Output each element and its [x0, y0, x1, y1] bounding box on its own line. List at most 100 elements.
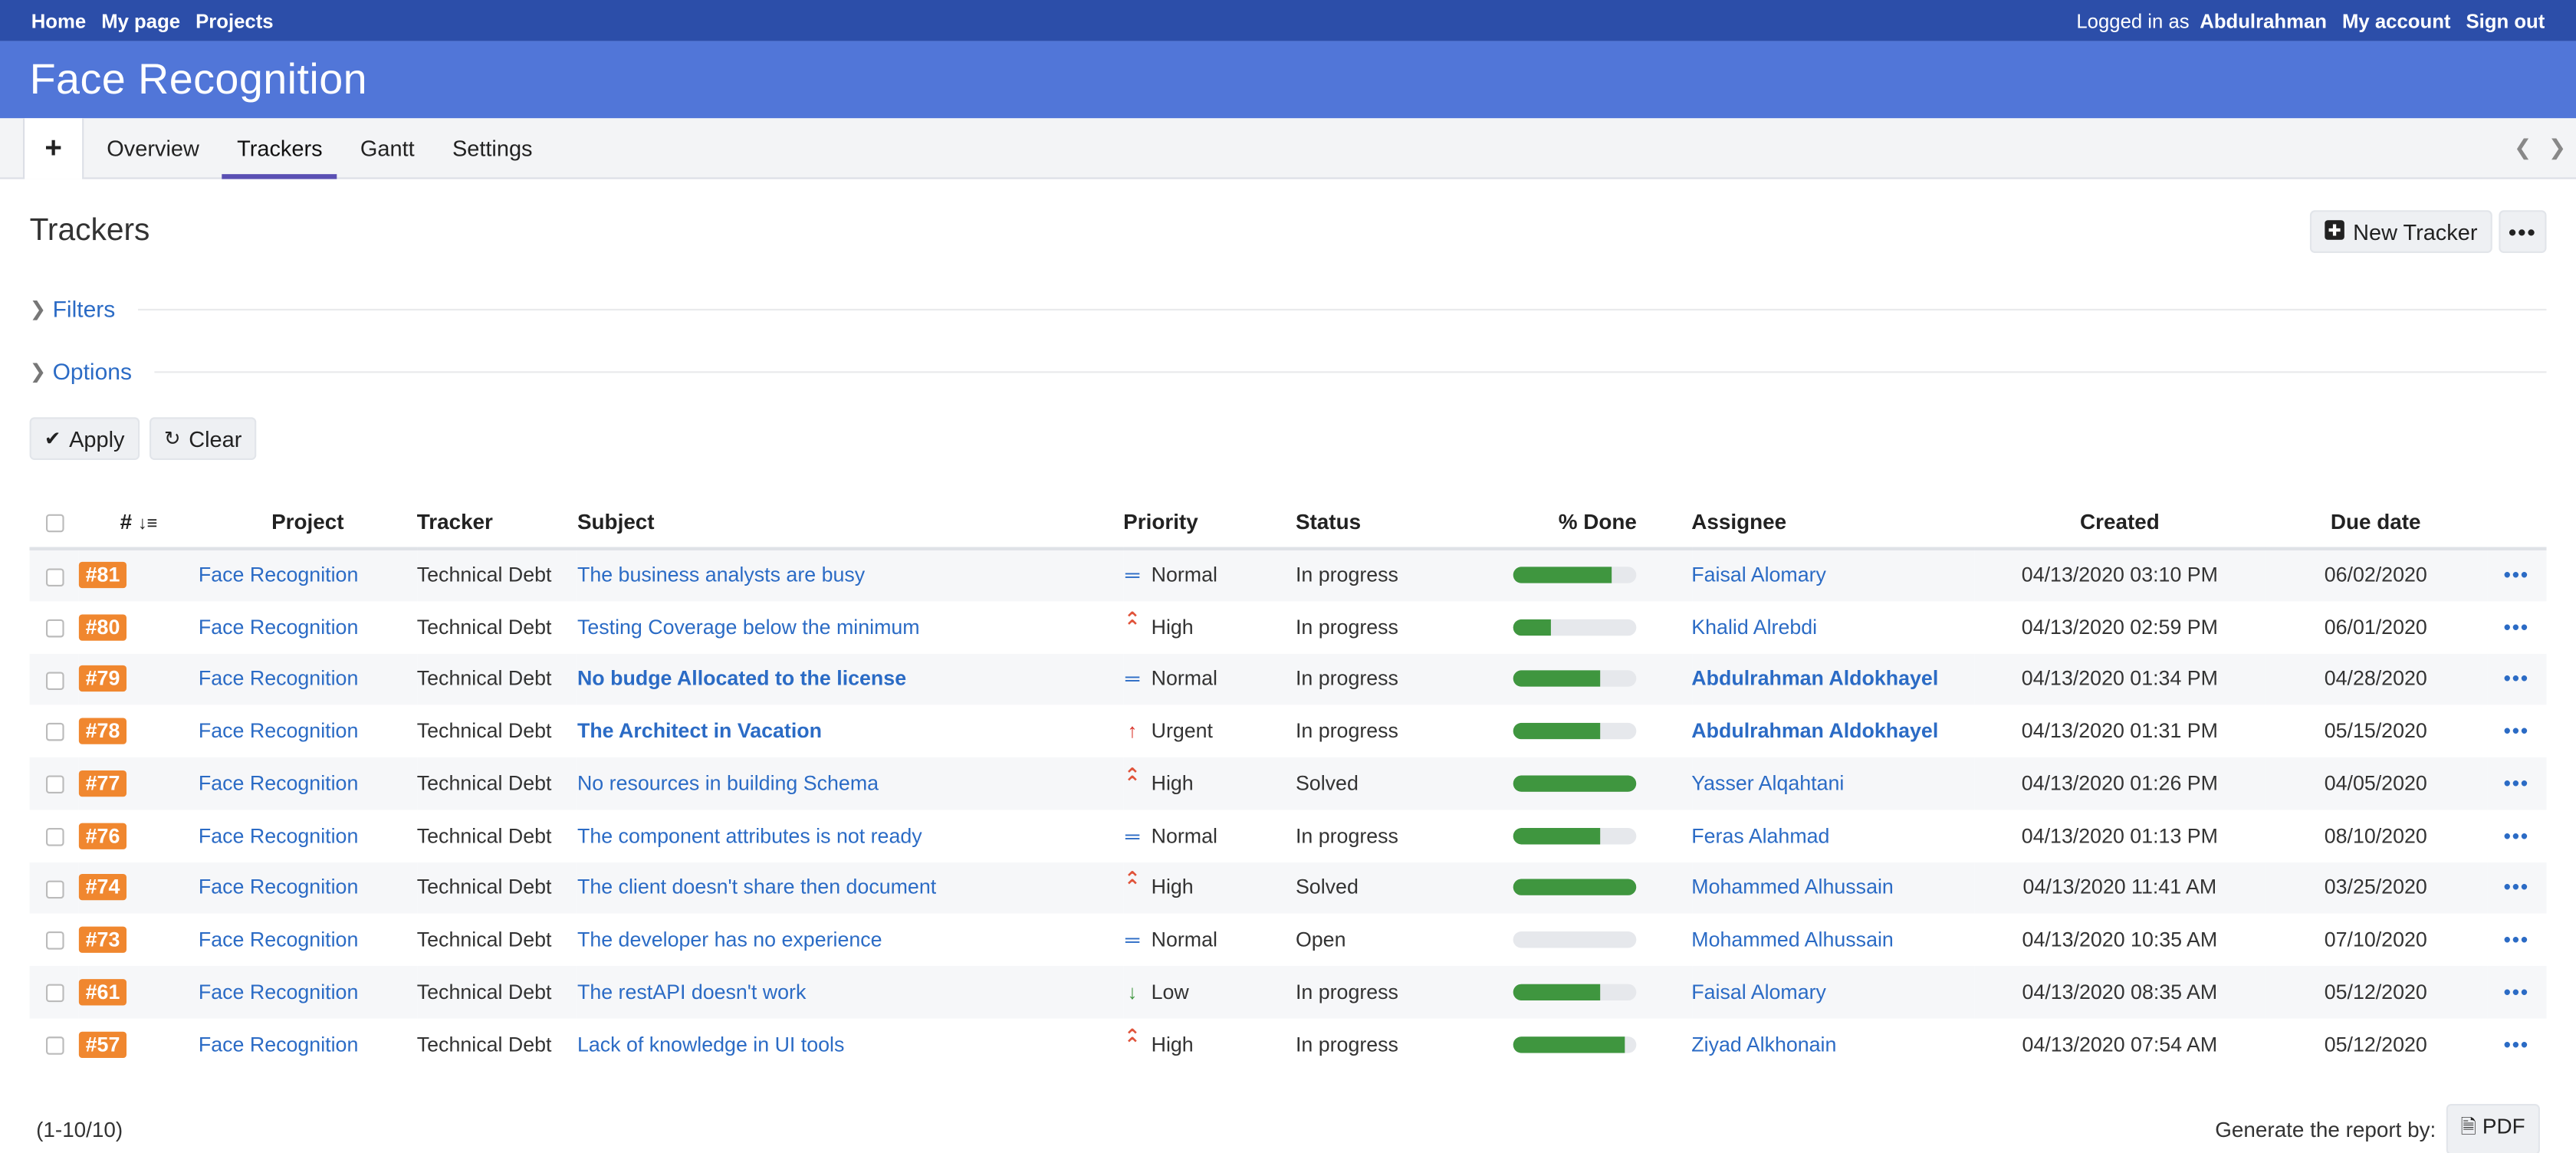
- sign-out-link[interactable]: Sign out: [2466, 9, 2545, 32]
- row-checkbox[interactable]: [46, 671, 64, 690]
- subject-link[interactable]: The restAPI doesn't work: [577, 981, 806, 1004]
- ellipsis-icon[interactable]: •••: [2504, 564, 2529, 587]
- select-all-checkbox[interactable]: [46, 513, 64, 532]
- ellipsis-icon[interactable]: •••: [2504, 824, 2529, 847]
- issue-id-badge[interactable]: #61: [79, 978, 127, 1006]
- issue-id-badge[interactable]: #80: [79, 613, 127, 640]
- projects-link[interactable]: Projects: [196, 9, 273, 32]
- subject-link[interactable]: No budge Allocated to the license: [577, 668, 906, 691]
- clear-button[interactable]: ↻ Clear: [149, 417, 257, 461]
- assignee-link[interactable]: Khalid Alrebdi: [1691, 616, 1817, 639]
- project-link[interactable]: Face Recognition: [199, 928, 358, 951]
- table-row[interactable]: #77 Face Recognition Technical Debt No reso…: [29, 757, 2547, 810]
- row-checkbox[interactable]: [46, 775, 64, 794]
- issue-id-badge[interactable]: #76: [79, 822, 127, 849]
- chevron-left-icon[interactable]: ❮: [2514, 135, 2532, 161]
- ellipsis-icon[interactable]: •••: [2504, 981, 2529, 1004]
- column-created[interactable]: Created: [1974, 494, 2266, 550]
- table-row[interactable]: #79 Face Recognition Technical Debt No budg…: [29, 652, 2547, 705]
- ellipsis-icon[interactable]: •••: [2504, 928, 2529, 951]
- table-row[interactable]: #76 Face Recognition Technical Debt The com…: [30, 810, 2547, 862]
- table-row[interactable]: #81 Face Recognition Technical Debt The bus…: [29, 548, 2547, 601]
- ellipsis-icon[interactable]: •••: [2504, 720, 2529, 743]
- column-subject[interactable]: Subject: [577, 494, 1124, 550]
- issue-id-badge[interactable]: #77: [79, 770, 127, 797]
- assignee-link[interactable]: Faisal Alomary: [1691, 981, 1826, 1004]
- issue-id-badge[interactable]: #74: [79, 874, 127, 902]
- subject-link[interactable]: Lack of knowledge in UI tools: [577, 1033, 844, 1056]
- project-link[interactable]: Face Recognition: [199, 564, 358, 587]
- subject-link[interactable]: The component attributes is not ready: [577, 824, 922, 847]
- assignee-link[interactable]: Feras Alahmad: [1691, 824, 1829, 847]
- row-checkbox[interactable]: [46, 1036, 64, 1055]
- subject-link[interactable]: The Architect in Vacation: [577, 720, 822, 743]
- pdf-export-button[interactable]: 🗎 PDF: [2446, 1102, 2540, 1153]
- column-tracker[interactable]: Tracker: [416, 494, 577, 550]
- filters-label[interactable]: Filters: [53, 296, 116, 322]
- project-link[interactable]: Face Recognition: [199, 616, 358, 639]
- table-row[interactable]: #78 Face Recognition Technical Debt The Arc…: [30, 705, 2547, 757]
- ellipsis-icon[interactable]: •••: [2504, 1033, 2529, 1056]
- ellipsis-icon[interactable]: •••: [2504, 876, 2529, 899]
- issue-id-badge[interactable]: #57: [79, 1030, 127, 1058]
- apply-button[interactable]: ✔ Apply: [29, 417, 140, 461]
- row-checkbox[interactable]: [46, 984, 64, 1003]
- table-row[interactable]: #74 Face Recognition Technical Debt The cli…: [29, 861, 2547, 914]
- subject-link[interactable]: The client doesn't share then document: [577, 876, 936, 899]
- assignee-link[interactable]: Yasser Alqahtani: [1691, 772, 1844, 795]
- table-row[interactable]: #80 Face Recognition Technical Debt Testing…: [30, 601, 2547, 653]
- tab-gantt[interactable]: Gantt: [346, 118, 429, 177]
- assignee-link[interactable]: Mohammed Alhussain: [1691, 928, 1894, 951]
- project-link[interactable]: Face Recognition: [199, 876, 358, 899]
- project-link[interactable]: Face Recognition: [199, 824, 358, 847]
- column-due-date[interactable]: Due date: [2265, 494, 2487, 550]
- column-id[interactable]: # ↓≡: [79, 494, 199, 550]
- assignee-link[interactable]: Abdulrahman Aldokhayel: [1691, 720, 1938, 743]
- current-user-link[interactable]: Abdulrahman: [2200, 9, 2327, 32]
- subject-link[interactable]: No resources in building Schema: [577, 772, 879, 795]
- row-checkbox[interactable]: [46, 931, 64, 951]
- project-link[interactable]: Face Recognition: [199, 1033, 358, 1056]
- new-object-button[interactable]: +: [23, 118, 84, 179]
- row-checkbox[interactable]: [46, 723, 64, 742]
- tab-overview[interactable]: Overview: [92, 118, 214, 177]
- project-link[interactable]: Face Recognition: [199, 720, 358, 743]
- filters-toggle[interactable]: ❯ Filters: [30, 278, 2547, 340]
- table-row[interactable]: #57 Face Recognition Technical Debt Lack of…: [30, 1018, 2547, 1070]
- issue-id-badge[interactable]: #73: [79, 926, 127, 954]
- more-actions-button[interactable]: •••: [2499, 210, 2547, 254]
- ellipsis-icon[interactable]: •••: [2504, 772, 2529, 795]
- ellipsis-icon[interactable]: •••: [2504, 616, 2529, 639]
- row-checkbox[interactable]: [46, 567, 64, 586]
- project-link[interactable]: Face Recognition: [199, 981, 358, 1004]
- assignee-link[interactable]: Ziyad Alkhonain: [1691, 1033, 1836, 1056]
- column-assignee[interactable]: Assignee: [1691, 494, 1975, 550]
- chevron-right-icon[interactable]: ❯: [2548, 135, 2566, 161]
- table-row[interactable]: #73 Face Recognition Technical Debt The dev…: [30, 914, 2547, 966]
- subject-link[interactable]: The business analysts are busy: [577, 564, 865, 587]
- column-status[interactable]: Status: [1295, 494, 1504, 550]
- issue-id-badge[interactable]: #78: [79, 718, 127, 745]
- row-checkbox[interactable]: [46, 827, 64, 846]
- column-done[interactable]: % Done: [1503, 494, 1692, 550]
- column-priority[interactable]: Priority: [1123, 494, 1296, 550]
- subject-link[interactable]: The developer has no experience: [577, 928, 882, 951]
- assignee-link[interactable]: Mohammed Alhussain: [1691, 876, 1894, 899]
- tab-settings[interactable]: Settings: [438, 118, 547, 177]
- new-tracker-button[interactable]: New Tracker: [2310, 210, 2492, 254]
- my-page-link[interactable]: My page: [101, 9, 180, 32]
- project-link[interactable]: Face Recognition: [199, 772, 358, 795]
- options-label[interactable]: Options: [53, 358, 132, 384]
- options-toggle[interactable]: ❯ Options: [30, 340, 2547, 402]
- issue-id-badge[interactable]: #79: [79, 665, 127, 692]
- assignee-link[interactable]: Abdulrahman Aldokhayel: [1691, 668, 1938, 691]
- my-account-link[interactable]: My account: [2342, 9, 2450, 32]
- row-checkbox[interactable]: [46, 619, 64, 638]
- assignee-link[interactable]: Faisal Alomary: [1691, 564, 1826, 587]
- project-link[interactable]: Face Recognition: [199, 668, 358, 691]
- table-row[interactable]: #61 Face Recognition Technical Debt The res…: [29, 966, 2547, 1019]
- subject-link[interactable]: Testing Coverage below the minimum: [577, 616, 920, 639]
- issue-id-badge[interactable]: #81: [79, 562, 127, 589]
- column-project[interactable]: Project: [198, 494, 417, 550]
- tab-trackers[interactable]: Trackers: [222, 118, 337, 179]
